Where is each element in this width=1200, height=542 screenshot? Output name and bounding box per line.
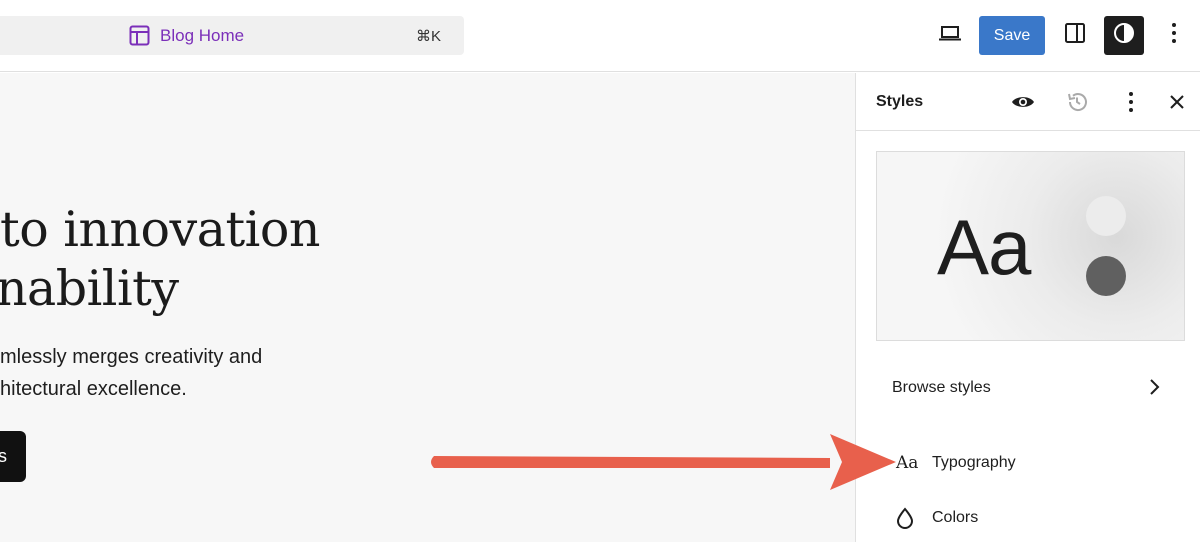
hero-paragraph-line-2: hitectural excellence. — [0, 378, 187, 400]
preview-color-swatch-dark — [1086, 256, 1126, 296]
save-button[interactable]: Save — [979, 16, 1045, 55]
typography-label: Typography — [932, 454, 1016, 471]
command-shortcut: ⌘K — [416, 28, 442, 45]
style-preview-text: Aa — [937, 203, 1031, 291]
more-vertical-icon — [1171, 22, 1177, 49]
hero-heading-line-2: nability — [0, 260, 179, 317]
hero-cta-button[interactable]: s — [0, 431, 26, 482]
document-command-bar[interactable]: Blog Home ⌘K — [0, 16, 464, 55]
typography-nav-item[interactable]: Aa Typography — [876, 443, 1185, 483]
options-menu-button[interactable] — [1156, 16, 1192, 55]
contrast-icon — [1113, 22, 1135, 49]
annotation-arrow — [431, 434, 896, 490]
desktop-device-icon — [938, 23, 962, 48]
more-vertical-icon[interactable] — [1119, 90, 1143, 114]
droplet-icon — [896, 507, 920, 529]
document-title: Blog Home — [160, 26, 245, 45]
editor-top-bar: Blog Home ⌘K Save — [0, 0, 1200, 72]
browse-styles-label: Browse styles — [892, 379, 991, 396]
hero-heading-line-1: to innovation — [0, 201, 320, 258]
styles-sidebar: Styles Aa Browse styles Aa Typography Co — [855, 73, 1200, 542]
history-icon[interactable] — [1065, 90, 1089, 114]
sidebar-title: Styles — [876, 93, 924, 110]
device-preview-button[interactable] — [930, 16, 970, 55]
close-icon[interactable] — [1165, 90, 1189, 114]
chevron-right-icon — [1144, 377, 1164, 397]
styles-toggle-button[interactable] — [1104, 16, 1144, 55]
colors-nav-item[interactable]: Colors — [876, 498, 1185, 538]
style-preview-card[interactable]: Aa — [876, 151, 1185, 341]
preview-color-swatch-light — [1086, 196, 1126, 236]
browse-styles-item[interactable]: Browse styles — [876, 366, 1185, 410]
settings-panel-toggle[interactable] — [1057, 16, 1093, 55]
styles-sidebar-header: Styles — [856, 73, 1200, 131]
eye-icon[interactable] — [1011, 90, 1035, 114]
template-icon — [129, 25, 150, 46]
sidebar-panel-icon — [1064, 22, 1086, 49]
hero-paragraph-line-1: mlessly merges creativity and — [0, 346, 263, 368]
colors-label: Colors — [932, 509, 979, 526]
